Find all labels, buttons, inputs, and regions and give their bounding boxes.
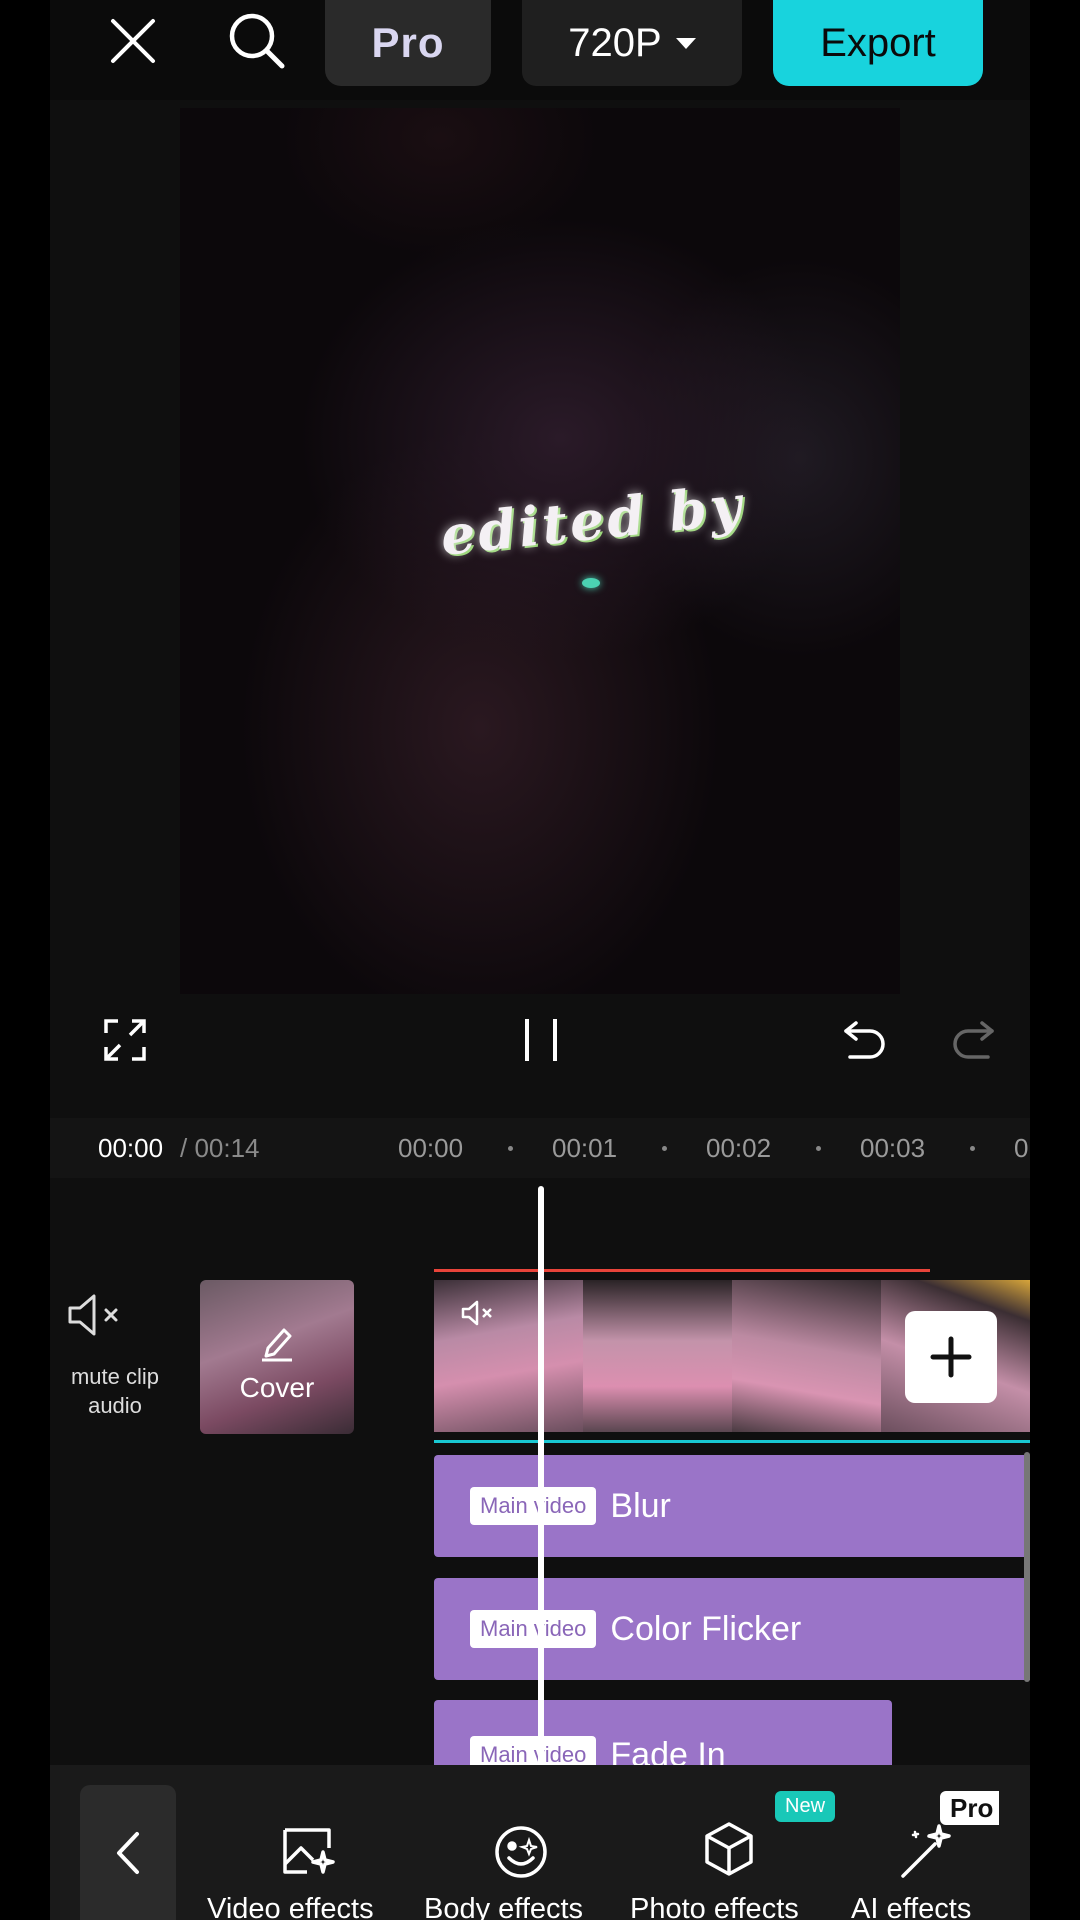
bottom-toolbar: Video effects Body effects Photo effects… (50, 1765, 1030, 1920)
resolution-value: 720P (568, 20, 662, 65)
time-tick: 00:00 (398, 1133, 464, 1163)
undo-icon[interactable] (840, 1015, 890, 1065)
add-clip-button[interactable] (905, 1311, 997, 1403)
effect-clip[interactable]: Main video Color Flicker (434, 1578, 1030, 1680)
body-effects-label[interactable]: Body effects (424, 1893, 583, 1920)
photo-effects-icon[interactable] (694, 1815, 764, 1885)
effect-name: Color Flicker (610, 1609, 802, 1648)
mute-clip-audio-button[interactable] (62, 1290, 132, 1340)
time-tick: 0 (1014, 1133, 1029, 1163)
back-button[interactable] (80, 1785, 176, 1920)
mute-clip-audio-label[interactable]: mute clip audio (50, 1362, 180, 1420)
video-effects-icon[interactable] (274, 1815, 344, 1885)
playhead[interactable] (538, 1186, 544, 1766)
video-effects-label[interactable]: Video effects (207, 1893, 374, 1920)
current-time: 00:00 (98, 1133, 164, 1163)
edit-pencil-icon (257, 1320, 297, 1364)
redo-icon[interactable] (948, 1015, 998, 1065)
top-bar: Pro 720P Export (50, 0, 1030, 100)
video-frame (583, 1280, 732, 1432)
playback-controls (50, 1005, 1030, 1080)
new-badge: New (775, 1791, 836, 1822)
tick-dot (508, 1146, 513, 1151)
effect-tag: Main video (470, 1487, 597, 1525)
pro-button[interactable]: Pro (325, 0, 491, 86)
muted-clip-icon (458, 1296, 498, 1330)
trim-indicator (434, 1269, 930, 1272)
search-icon[interactable] (222, 8, 292, 74)
cover-label: Cover (239, 1372, 315, 1403)
video-preview[interactable]: edited by (180, 108, 900, 994)
editor-screen: Pro 720P Export edited by 00:00 / 00:14 … (50, 0, 1030, 1920)
resolution-dropdown[interactable]: 720P (522, 0, 742, 86)
chevron-down-icon (675, 37, 696, 49)
tick-dot (970, 1146, 975, 1151)
body-effects-icon[interactable] (486, 1815, 556, 1885)
video-frame (732, 1280, 881, 1432)
tick-dot (662, 1146, 667, 1151)
pro-badge: Pro (940, 1791, 1000, 1825)
effect-name: Blur (610, 1486, 671, 1525)
photo-effects-label[interactable]: Photo effects (630, 1893, 799, 1920)
effect-clip[interactable]: Main video Blur (434, 1455, 1030, 1557)
overlay-sparkle (582, 578, 600, 588)
cover-thumbnail[interactable]: Cover (200, 1280, 354, 1434)
preview-overlay-text: edited by (437, 472, 748, 568)
pause-icon[interactable] (516, 1015, 566, 1065)
ai-effects-label[interactable]: AI effects (851, 1893, 971, 1920)
export-button[interactable]: Export (773, 0, 983, 86)
ai-effects-icon[interactable] (892, 1815, 962, 1885)
time-tick: 00:03 (860, 1133, 926, 1163)
close-icon[interactable] (100, 8, 166, 74)
video-frame (434, 1280, 583, 1432)
time-ruler[interactable]: 00:00 / 00:14 00:00 00:01 00:02 00:03 0 (50, 1118, 1030, 1178)
time-tick: 00:01 (552, 1133, 618, 1163)
track-scrollbar[interactable] (1024, 1452, 1030, 1682)
track-divider (434, 1440, 1030, 1443)
fullscreen-icon[interactable] (100, 1015, 150, 1065)
tick-dot (816, 1146, 821, 1151)
total-duration: / 00:14 (180, 1133, 260, 1163)
chevron-left-icon (117, 1831, 139, 1874)
time-tick: 00:02 (706, 1133, 772, 1163)
effect-tag: Main video (470, 1610, 597, 1648)
